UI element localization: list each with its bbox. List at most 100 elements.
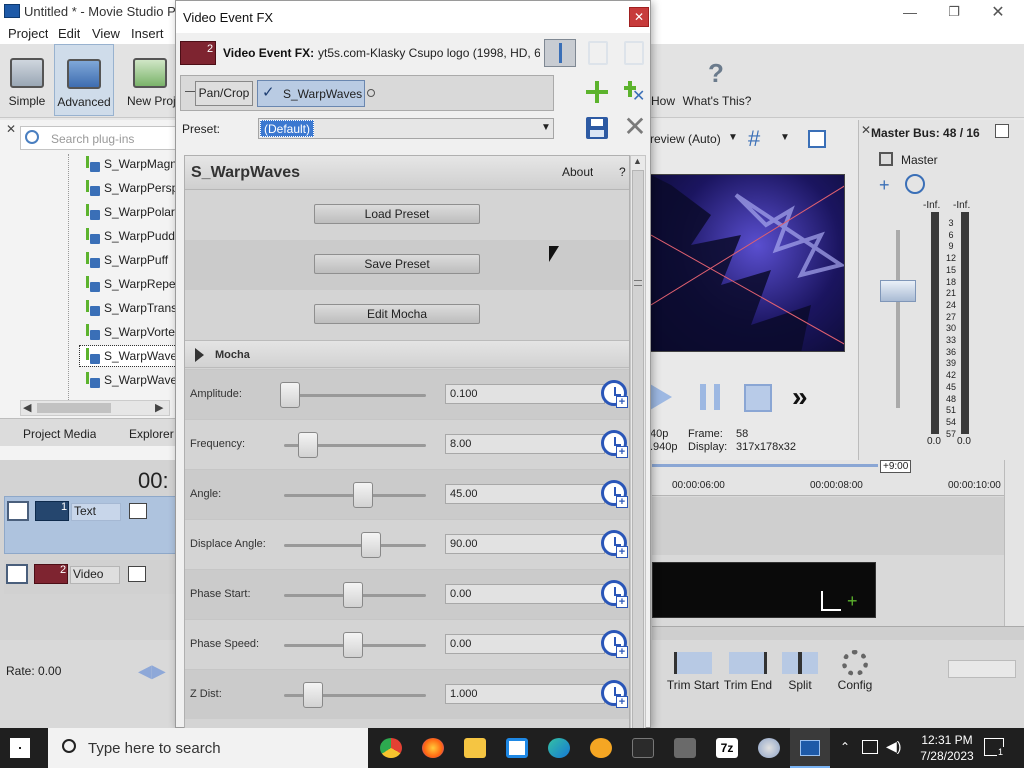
- plugin-list-item[interactable]: S_WarpPuff: [80, 250, 176, 270]
- grid-dropdown-icon[interactable]: ▼: [780, 132, 790, 143]
- plugin-search-box[interactable]: Search plug-ins: [20, 126, 176, 150]
- mocha-section-header[interactable]: Mocha: [185, 340, 629, 368]
- scroll-right-icon[interactable]: ▶: [155, 401, 163, 414]
- parameter-slider-thumb[interactable]: [297, 432, 318, 458]
- keyframe-clock-icon[interactable]: +: [601, 480, 629, 510]
- parameter-slider-thumb[interactable]: [302, 682, 323, 708]
- file-explorer-icon[interactable]: [464, 738, 486, 758]
- timeline-hscrollbar[interactable]: [652, 626, 1024, 640]
- grid-icon[interactable]: #: [748, 128, 772, 150]
- keyframe-clock-icon[interactable]: +: [601, 580, 629, 610]
- notification-icon[interactable]: 1: [984, 738, 1005, 757]
- app-close-icon[interactable]: ✕: [990, 2, 1006, 21]
- panel-vscrollbar[interactable]: ▲: [630, 155, 646, 730]
- keyframe-clock-icon[interactable]: +: [601, 380, 629, 410]
- keyframe-clock-icon[interactable]: +: [601, 530, 629, 560]
- firefox-icon[interactable]: [422, 738, 444, 758]
- edge-icon[interactable]: [548, 738, 570, 758]
- chevron-up-icon[interactable]: ⌃: [840, 740, 850, 754]
- help-link[interactable]: ?: [619, 165, 626, 179]
- expand-arrow-icon[interactable]: [195, 348, 204, 362]
- delete-preset-icon[interactable]: ✕: [622, 113, 648, 141]
- chain-item-s-warpwaves[interactable]: ✓ S_WarpWaves: [257, 80, 365, 107]
- taskbar-search-box[interactable]: Type here to search: [48, 728, 368, 768]
- plugin-list-item[interactable]: S_WarpPersp: [80, 178, 178, 198]
- scroll-left-icon[interactable]: ◀: [23, 401, 31, 414]
- track-1-motion-icon[interactable]: [129, 503, 147, 519]
- plugin-list-item[interactable]: S_WarpWave: [80, 370, 177, 390]
- trim-start-button[interactable]: Trim Start: [660, 648, 726, 704]
- stop-button[interactable]: [744, 384, 772, 412]
- plugin-list-item[interactable]: S_WarpMagn: [80, 154, 177, 174]
- checkbox-checked-icon[interactable]: ✓: [262, 85, 278, 101]
- keyframe-clock-icon[interactable]: +: [601, 430, 629, 460]
- scroll-thumb[interactable]: [37, 403, 111, 413]
- parameter-value-input[interactable]: 0.100: [445, 384, 605, 404]
- advanced-button[interactable]: Advanced: [54, 44, 114, 116]
- start-button[interactable]: [10, 738, 30, 758]
- save-preset-icon[interactable]: [586, 117, 608, 139]
- preview-quality-dropdown[interactable]: review (Auto): [650, 132, 721, 146]
- game-icon[interactable]: [632, 738, 654, 758]
- timeline-vscrollbar[interactable]: [1004, 460, 1024, 640]
- menu-view[interactable]: View: [92, 26, 120, 41]
- video-event-clip[interactable]: +: [652, 562, 876, 618]
- panel-scroll-thumb[interactable]: [632, 170, 644, 730]
- clock-time[interactable]: 12:31 PM: [914, 733, 980, 747]
- plugin-list-item[interactable]: S_WarpVorte: [80, 322, 176, 342]
- plugin-list-item[interactable]: S_WarpPolar: [80, 202, 176, 222]
- chain-view-toggle-icon[interactable]: [544, 39, 576, 67]
- parameter-slider-track[interactable]: [284, 394, 426, 397]
- preset-dropdown-arrow-icon[interactable]: ▼: [541, 122, 551, 133]
- parameter-slider-track[interactable]: [284, 544, 426, 547]
- plugin-list-item[interactable]: S_WarpTrans: [80, 298, 177, 318]
- plugin-list-item[interactable]: S_WarpWave: [79, 345, 177, 367]
- chrome-icon[interactable]: [380, 738, 402, 758]
- preview-dropdown-icon[interactable]: ▼: [728, 132, 738, 143]
- fast-forward-button[interactable]: »: [792, 382, 808, 412]
- parameter-slider-thumb[interactable]: [360, 532, 381, 558]
- active-app-highlight[interactable]: [790, 728, 830, 768]
- paint-icon[interactable]: [758, 738, 780, 758]
- restore-icon[interactable]: ❐: [946, 4, 962, 20]
- mixer-slider[interactable]: [948, 660, 1016, 678]
- parameter-slider-thumb[interactable]: [353, 482, 374, 508]
- fx-plugin-icon[interactable]: +: [879, 176, 899, 194]
- how-label[interactable]: How: [651, 94, 675, 108]
- save-preset-button[interactable]: Save Preset: [314, 254, 480, 274]
- parameter-slider-thumb[interactable]: [343, 632, 363, 658]
- keyframe-clock-icon[interactable]: +: [601, 680, 629, 710]
- config-button[interactable]: Config: [832, 648, 878, 704]
- track-1[interactable]: 1 Text: [4, 496, 178, 554]
- app-orange-icon[interactable]: [590, 738, 612, 758]
- scroll-up-icon[interactable]: ▲: [633, 156, 642, 166]
- parameter-slider-thumb[interactable]: [280, 382, 300, 408]
- chain-item-pan-crop[interactable]: Pan/Crop: [195, 81, 253, 106]
- minimize-icon[interactable]: —: [902, 4, 918, 20]
- remove-plugin-icon[interactable]: ✕: [624, 81, 648, 105]
- network-icon[interactable]: [862, 740, 878, 754]
- play-button[interactable]: [650, 384, 672, 410]
- mute-icon[interactable]: [905, 174, 925, 194]
- parameter-slider-thumb[interactable]: [343, 582, 363, 608]
- rate-slider-icon[interactable]: ◀▶: [138, 662, 166, 680]
- dialog-titlebar[interactable]: Video Event FX ✕: [176, 1, 650, 33]
- movie-studio-icon[interactable]: [674, 738, 696, 758]
- track-2-expand-icon[interactable]: [6, 564, 28, 584]
- tab-explorer[interactable]: Explorer: [129, 427, 174, 441]
- tab-project-media[interactable]: Project Media: [23, 427, 96, 441]
- track-1-name[interactable]: Text: [71, 503, 121, 521]
- volume-icon[interactable]: ◀): [886, 738, 901, 755]
- plugin-browser-close-icon[interactable]: ✕: [6, 122, 16, 136]
- plugin-list-item[interactable]: S_WarpRepe: [80, 274, 176, 294]
- clock-date[interactable]: 7/28/2023: [914, 749, 980, 763]
- preset-dropdown[interactable]: (Default) ▼: [258, 118, 554, 139]
- store-icon[interactable]: [506, 738, 528, 758]
- event-crop-icon[interactable]: [821, 591, 841, 611]
- event-fx-icon[interactable]: +: [847, 591, 867, 611]
- split-button[interactable]: Split: [778, 648, 822, 704]
- menu-edit[interactable]: Edit: [58, 26, 80, 41]
- dialog-close-button[interactable]: ✕: [629, 7, 649, 27]
- whats-this-button[interactable]: ? What's This?: [682, 44, 752, 116]
- menu-project[interactable]: Project: [8, 26, 48, 41]
